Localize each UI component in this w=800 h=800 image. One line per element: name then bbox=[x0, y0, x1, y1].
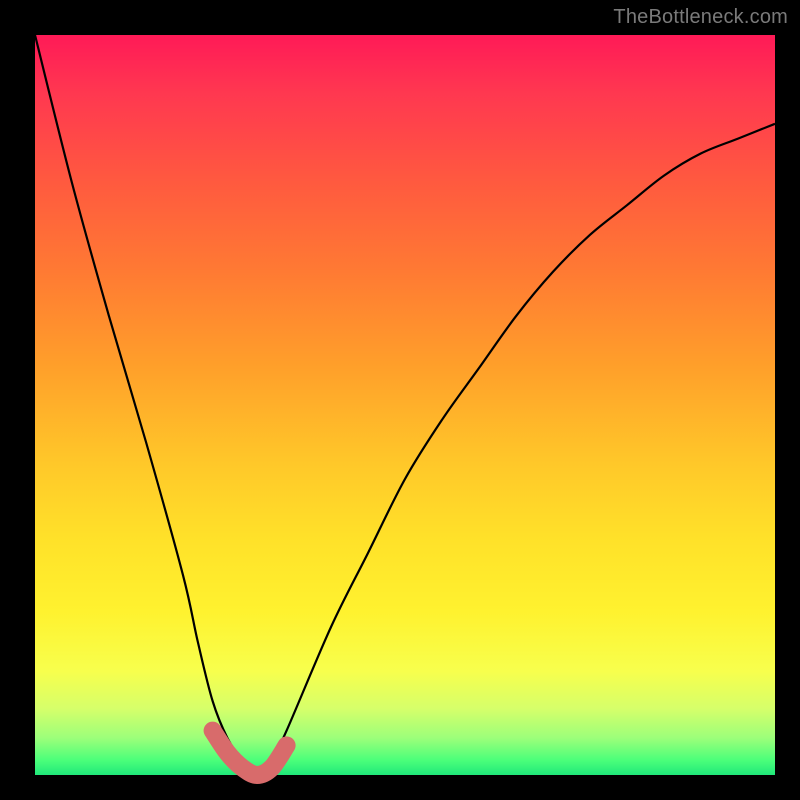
chart-frame: TheBottleneck.com bbox=[0, 0, 800, 800]
chart-svg bbox=[35, 35, 775, 775]
bottleneck-curve bbox=[35, 35, 775, 775]
chart-plot-area bbox=[35, 35, 775, 775]
optimal-zone-curve bbox=[213, 731, 287, 775]
watermark-text: TheBottleneck.com bbox=[613, 6, 788, 29]
